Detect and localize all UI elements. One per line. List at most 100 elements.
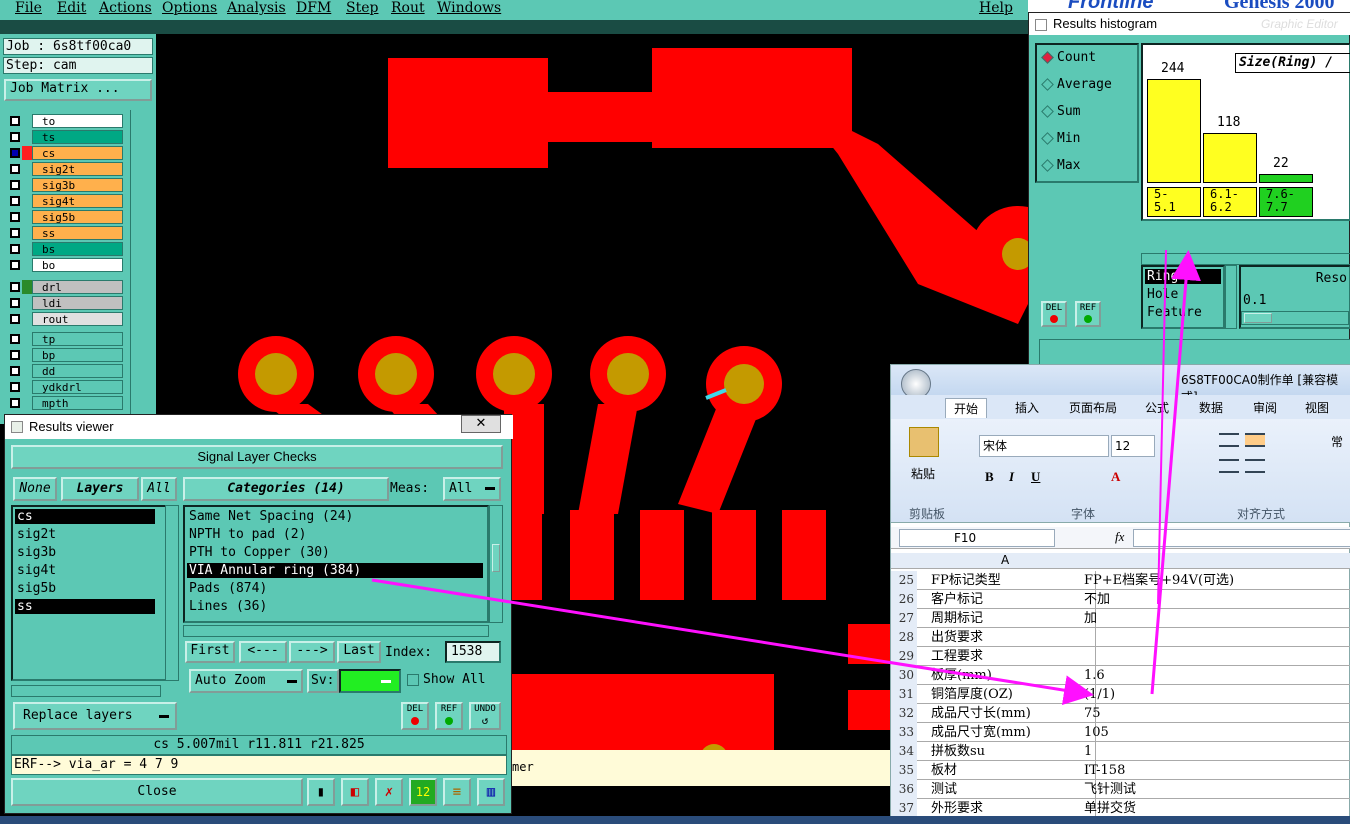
menu-step[interactable]: Step	[346, 0, 378, 16]
layer-checkbox[interactable]	[10, 116, 20, 126]
menu-dfm[interactable]: DFM	[296, 0, 331, 16]
category-list[interactable]: Same Net Spacing (24) NPTH to pad (2) PTH …	[183, 505, 489, 623]
category-item[interactable]: VIA Annular ring (384)	[187, 563, 483, 578]
cell-b[interactable]: FP+E档案号+94V(可选)	[1081, 571, 1234, 590]
layer-row-bp[interactable]: bp	[8, 348, 123, 363]
menu-options[interactable]: Options	[162, 0, 217, 16]
menu-rout[interactable]: Rout	[391, 0, 425, 16]
job-matrix-button[interactable]: Job Matrix ...	[4, 79, 152, 101]
result-layer-item[interactable]: sig3b	[15, 545, 155, 560]
italic-button[interactable]: I	[1009, 469, 1014, 485]
field-list[interactable]: Ring Hole Feature	[1141, 265, 1225, 329]
histogram-icon[interactable]: ▮	[307, 778, 335, 806]
histogram-bar[interactable]	[1203, 133, 1257, 183]
category-item[interactable]: PTH to Copper (30)	[187, 545, 483, 560]
ribbon-tab[interactable]: 开始	[945, 398, 988, 418]
layer-row-bo[interactable]: bo	[8, 258, 123, 273]
result-layer-item[interactable]: ss	[15, 599, 155, 614]
hist-ref-button[interactable]: REF	[1075, 301, 1101, 327]
layer-checkbox[interactable]	[10, 196, 20, 206]
layer-row-ts[interactable]: ts	[8, 130, 123, 145]
category-hscroll[interactable]	[183, 625, 489, 637]
layer-checkbox[interactable]	[10, 298, 20, 308]
layer-row-sig5b[interactable]: sig5b	[8, 210, 123, 225]
cell-b[interactable]: 加	[1081, 609, 1097, 628]
auto-zoom-dropdown[interactable]: Auto Zoom	[189, 669, 303, 693]
menu-edit[interactable]: Edit	[57, 0, 86, 16]
layer-name[interactable]: tp	[32, 332, 123, 346]
layers-button[interactable]: Layers	[61, 477, 139, 501]
option-max[interactable]: Max	[1041, 157, 1080, 175]
cell-b[interactable]: 飞针测试	[1081, 780, 1136, 799]
severity-dropdown[interactable]	[339, 669, 401, 693]
category-item[interactable]: Lines (36)	[187, 599, 483, 614]
layer-scrollbar[interactable]	[130, 110, 154, 424]
notes-icon[interactable]: ≡	[443, 778, 471, 806]
layer-checkbox[interactable]	[10, 148, 20, 158]
menu-windows[interactable]: Windows	[437, 0, 501, 16]
menu-help[interactable]: Help	[979, 0, 1013, 16]
option-count[interactable]: Count	[1041, 49, 1096, 67]
cell-b[interactable]: 75	[1081, 704, 1101, 723]
category-item[interactable]: Same Net Spacing (24)	[187, 509, 483, 524]
menu-actions[interactable]: Actions	[99, 0, 152, 16]
layer-name[interactable]: sig4t	[32, 194, 123, 208]
close-window-button[interactable]: ✕	[461, 415, 501, 433]
name-box[interactable]: F10	[899, 529, 1055, 547]
layer-checkbox[interactable]	[10, 366, 20, 376]
replace-layers-dropdown[interactable]: Replace layers	[13, 702, 177, 730]
layer-checkbox[interactable]	[10, 350, 20, 360]
meas-dropdown[interactable]: All	[443, 477, 501, 501]
align-center-icon[interactable]	[1245, 459, 1265, 473]
cell-a[interactable]: 成品尺寸长(mm)	[921, 704, 1096, 723]
show-all-checkbox[interactable]	[407, 674, 419, 686]
last-button[interactable]: Last	[337, 641, 381, 663]
ribbon-tab[interactable]: 插入	[1007, 398, 1047, 418]
underline-button[interactable]: U	[1031, 469, 1040, 485]
field-item[interactable]: Feature	[1145, 305, 1221, 320]
layer-row-mpth[interactable]: mpth	[8, 396, 123, 411]
ref-button[interactable]: REF	[435, 702, 463, 730]
paste-icon[interactable]	[909, 427, 939, 457]
layer-name[interactable]: sig3b	[32, 178, 123, 192]
cell-a[interactable]: 板厚(mm)	[921, 666, 1096, 685]
resolution-slider[interactable]	[1241, 311, 1349, 325]
layer-name[interactable]: ldi	[32, 296, 123, 310]
cell-b[interactable]: 105	[1081, 723, 1109, 742]
layer-result-list[interactable]: cs sig2t sig3b sig4t sig5b ss	[11, 505, 171, 681]
paste-label[interactable]: 粘贴	[911, 465, 935, 482]
hist-del-button[interactable]: DEL	[1041, 301, 1067, 327]
layer-name[interactable]: dd	[32, 364, 123, 378]
field-scrollbar[interactable]	[1225, 265, 1237, 329]
cell-b[interactable]: 1	[1081, 742, 1092, 761]
cell-a[interactable]: 铜箔厚度(OZ)	[921, 685, 1096, 704]
categories-button[interactable]: Categories (14)	[183, 477, 389, 501]
menu-analysis[interactable]: Analysis	[227, 0, 286, 16]
layer-row-cs[interactable]: cs	[8, 146, 123, 161]
layer-name[interactable]: ss	[32, 226, 123, 240]
layer-checkbox[interactable]	[10, 164, 20, 174]
report-icon[interactable]: ◧	[341, 778, 369, 806]
ribbon-tab[interactable]: 公式	[1137, 398, 1177, 418]
next-button[interactable]: --->	[289, 641, 335, 663]
font-name-box[interactable]: 宋体	[979, 435, 1109, 457]
font-size-box[interactable]: 12	[1111, 435, 1155, 457]
layer-name[interactable]: bo	[32, 258, 123, 272]
cell-a[interactable]: 测试	[921, 780, 1096, 799]
layer-name[interactable]: cs	[32, 146, 123, 160]
del-button[interactable]: DEL	[401, 702, 429, 730]
category-item[interactable]: Pads (874)	[187, 581, 483, 596]
all-button[interactable]: All	[141, 477, 177, 501]
ribbon-tab[interactable]: 审阅	[1245, 398, 1285, 418]
layer-row-ss[interactable]: ss	[8, 226, 123, 241]
field-item[interactable]: Hole	[1145, 287, 1221, 302]
layer-name[interactable]: ts	[32, 130, 123, 144]
cell-a[interactable]: 客户标记	[921, 590, 1096, 609]
layer-name[interactable]: bs	[32, 242, 123, 256]
category-scrollbar[interactable]	[489, 505, 503, 623]
layer-checkbox[interactable]	[10, 244, 20, 254]
close-button[interactable]: Close	[11, 778, 303, 806]
layer-row-drl[interactable]: drl	[8, 280, 123, 295]
layer-row-ldi[interactable]: ldi	[8, 296, 123, 311]
histogram-hscroll[interactable]	[1141, 253, 1350, 265]
